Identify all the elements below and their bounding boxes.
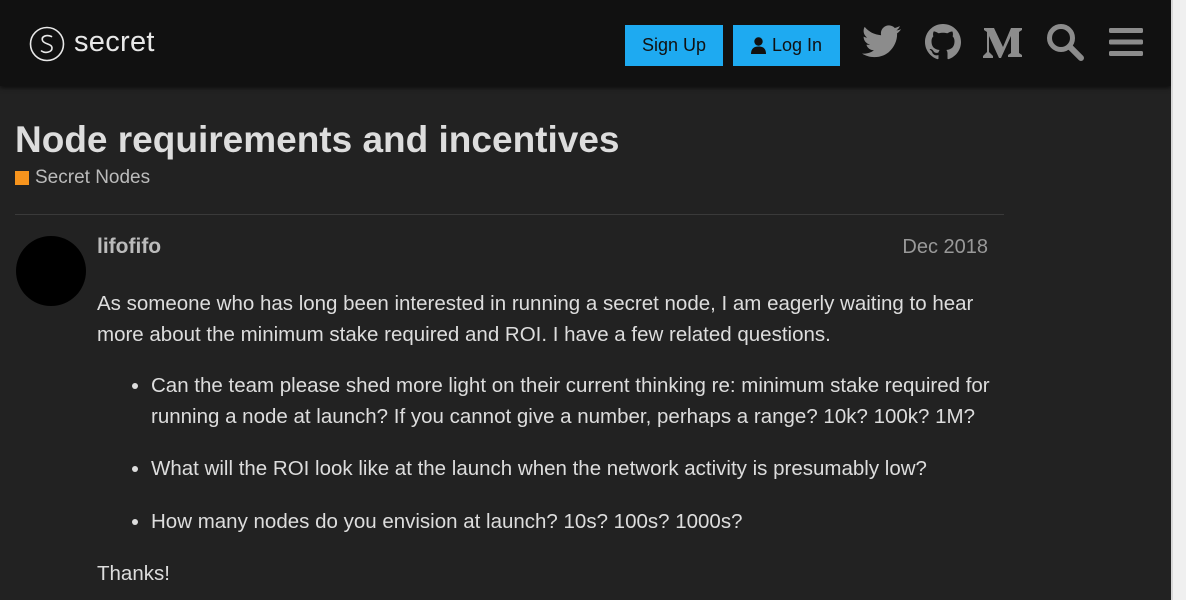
log-in-button[interactable]: Log In xyxy=(733,25,840,66)
list-item: How many nodes do you envision at launch… xyxy=(151,507,997,538)
logo-text: secret xyxy=(74,25,155,58)
category-color-swatch xyxy=(15,171,29,185)
title-divider xyxy=(15,214,1004,215)
scrollbar-edge xyxy=(1171,0,1173,600)
menu-icon[interactable] xyxy=(1104,20,1148,64)
twitter-icon[interactable] xyxy=(860,20,904,64)
list-item: Can the team please shed more light on t… xyxy=(151,371,997,432)
github-icon[interactable] xyxy=(921,20,965,64)
medium-icon[interactable] xyxy=(981,20,1025,64)
search-icon[interactable] xyxy=(1043,20,1087,64)
post-username[interactable]: lifofifo xyxy=(97,235,161,259)
category-badge[interactable]: Secret Nodes xyxy=(15,167,150,189)
avatar[interactable] xyxy=(16,236,86,306)
page: secret Sign Up Log In Node requirements … xyxy=(0,0,1171,600)
post-closing: Thanks! xyxy=(97,562,170,585)
sign-up-button[interactable]: Sign Up xyxy=(625,25,723,66)
scrollbar[interactable] xyxy=(1171,0,1186,600)
topic-title[interactable]: Node requirements and incentives xyxy=(15,119,620,161)
user-icon xyxy=(750,37,766,54)
log-in-label: Log In xyxy=(771,35,823,55)
category-name: Secret Nodes xyxy=(35,167,151,188)
secret-logo-icon xyxy=(29,26,65,62)
list-item: What will the ROI look like at the launc… xyxy=(151,454,997,485)
post-date[interactable]: Dec 2018 xyxy=(902,236,988,259)
post-intro: As someone who has long been interested … xyxy=(97,292,974,346)
post-body: As someone who has long been interested … xyxy=(97,289,997,600)
site-logo[interactable]: secret xyxy=(29,24,155,64)
site-header: secret Sign Up Log In xyxy=(0,0,1171,86)
question-list: Can the team please shed more light on t… xyxy=(97,371,997,537)
